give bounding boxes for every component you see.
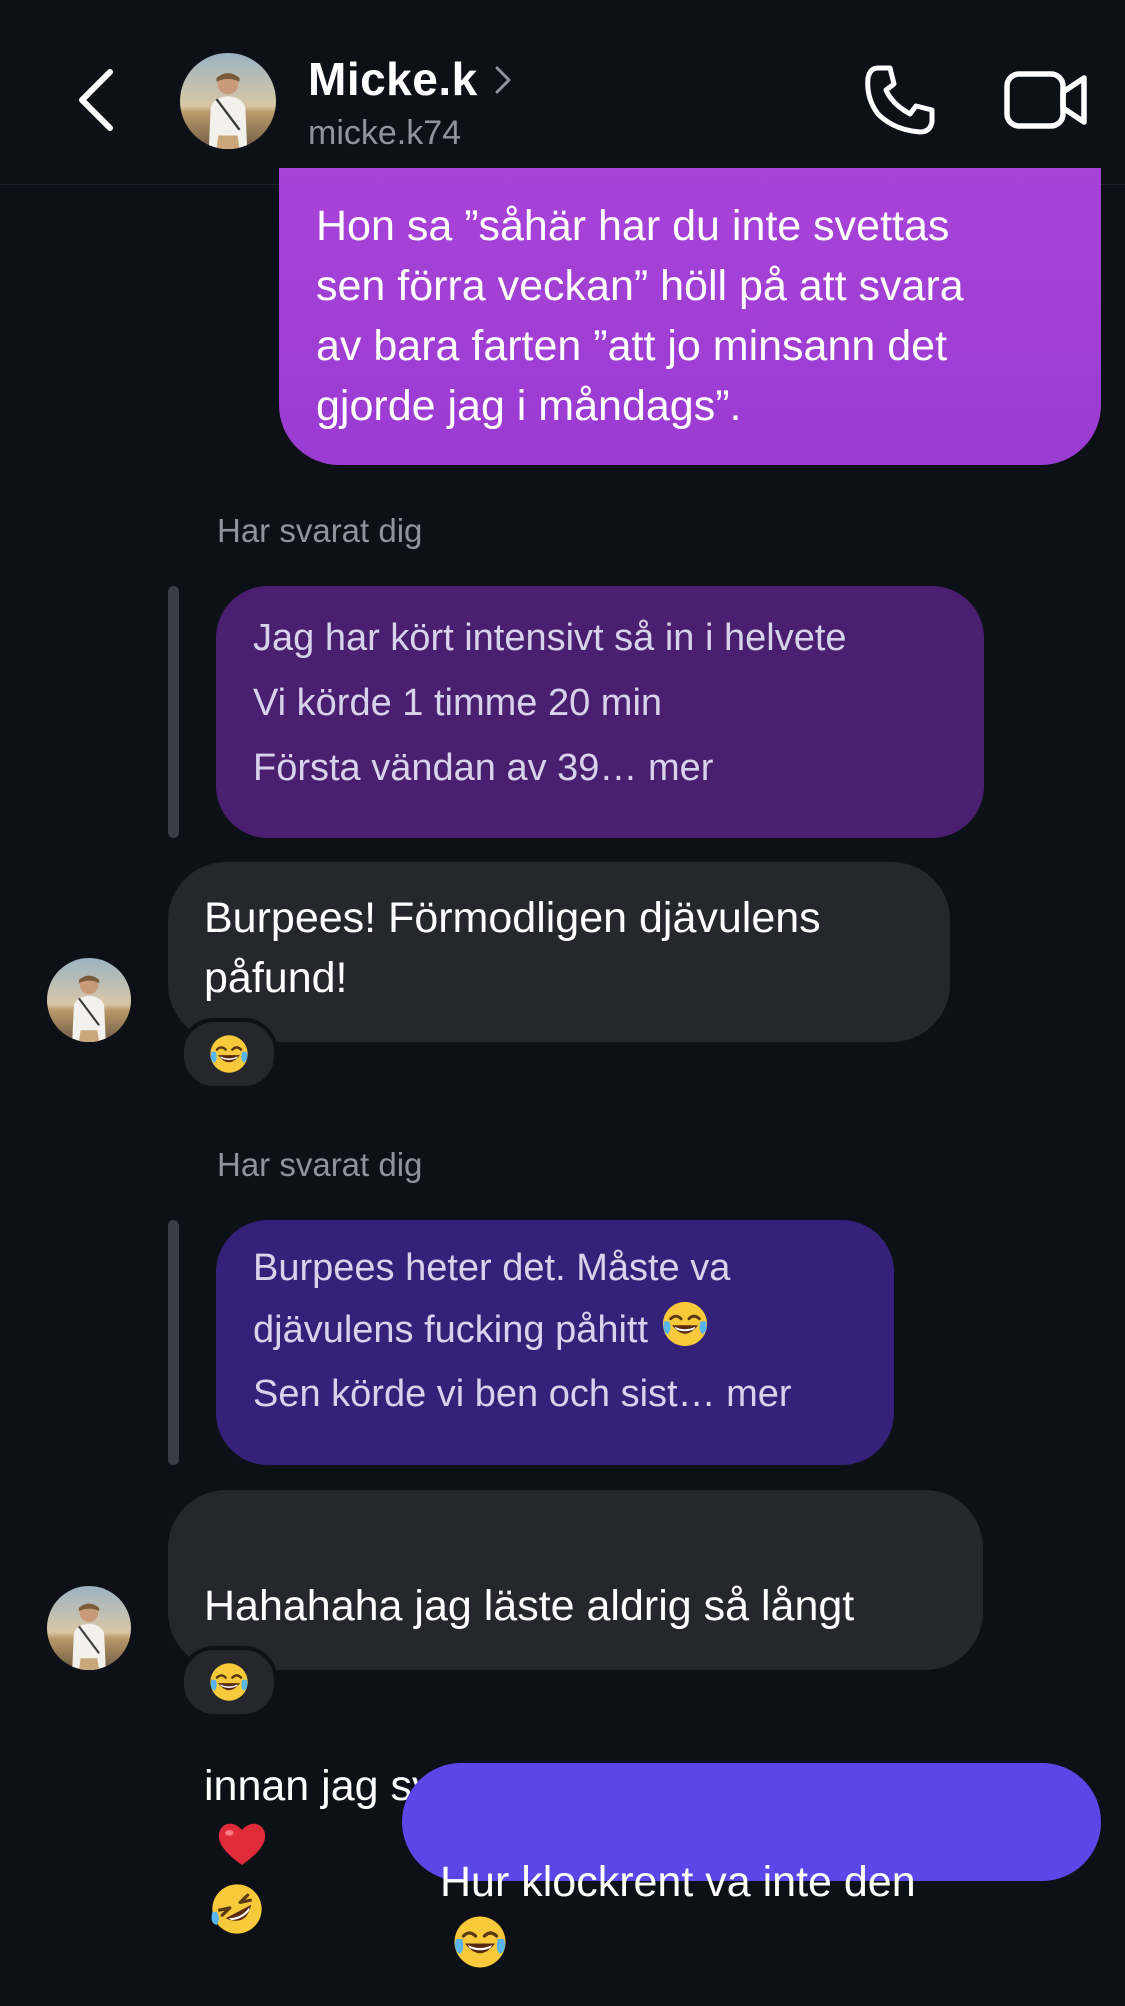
phone-icon [865, 65, 935, 135]
quoted-line: Jag har kört intensivt så in i helvete [253, 617, 847, 659]
laughing-tears-emoji [207, 1032, 251, 1076]
laughing-tears-emoji [659, 1298, 711, 1350]
back-button[interactable] [66, 60, 126, 140]
reaction-badge[interactable] [180, 1646, 278, 1718]
quote-bar [168, 1220, 179, 1465]
quoted-message[interactable]: Burpees heter det. Måste va djävulens fu… [216, 1220, 894, 1465]
audio-call-button[interactable] [862, 62, 938, 138]
quoted-line: djävulens fucking påhitt [253, 1309, 649, 1351]
message-text: Hur klockrent va inte den [440, 1858, 916, 1906]
quoted-line: Sen körde vi ben och sist… mer [253, 1373, 792, 1415]
video-call-button[interactable] [1002, 62, 1090, 138]
received-message-bubble[interactable]: Hahahaha jag läste aldrig så långt innan… [168, 1490, 983, 1670]
quoted-line: Första vändan av 39… mer [253, 747, 714, 789]
chevron-right-icon [494, 52, 512, 106]
sent-message-bubble[interactable]: Hur klockrent va inte den [402, 1763, 1101, 1881]
reaction-badge[interactable] [180, 1018, 278, 1090]
sent-message-bubble[interactable]: Hon sa ”såhär har du inte svettas sen fö… [279, 168, 1101, 465]
red-heart-emoji [214, 1816, 270, 1872]
message-line: Hahahaha jag läste aldrig så långt [204, 1582, 855, 1630]
back-chevron-icon [79, 69, 113, 131]
rolling-laughing-emoji [208, 1880, 266, 1938]
contact-name-link[interactable]: Micke.k [308, 52, 512, 106]
quote-bar [168, 586, 179, 838]
video-camera-icon [1004, 71, 1087, 129]
quoted-message[interactable]: Jag har kört intensivt så in i helvete V… [216, 586, 984, 838]
laughing-tears-emoji [450, 1912, 510, 1972]
reply-label: Har svarat dig [217, 1146, 423, 1183]
chat-header: Micke.k micke.k74 [0, 0, 1125, 185]
sender-avatar[interactable] [47, 1586, 131, 1670]
laughing-tears-emoji [207, 1660, 251, 1704]
contact-avatar[interactable] [180, 53, 276, 149]
reply-label: Har svarat dig [217, 512, 423, 549]
contact-handle: micke.k74 [308, 114, 462, 152]
quoted-line-with-emoji: djävulens fucking påhitt [253, 1298, 858, 1360]
quoted-line: Vi körde 1 timme 20 min [253, 682, 663, 724]
received-message-bubble[interactable]: Burpees! Förmodligen djävulens påfund! [168, 862, 950, 1042]
contact-name: Micke.k [308, 53, 478, 105]
quoted-line: Burpees heter det. Måste va [253, 1247, 731, 1289]
sender-avatar[interactable] [47, 958, 131, 1042]
